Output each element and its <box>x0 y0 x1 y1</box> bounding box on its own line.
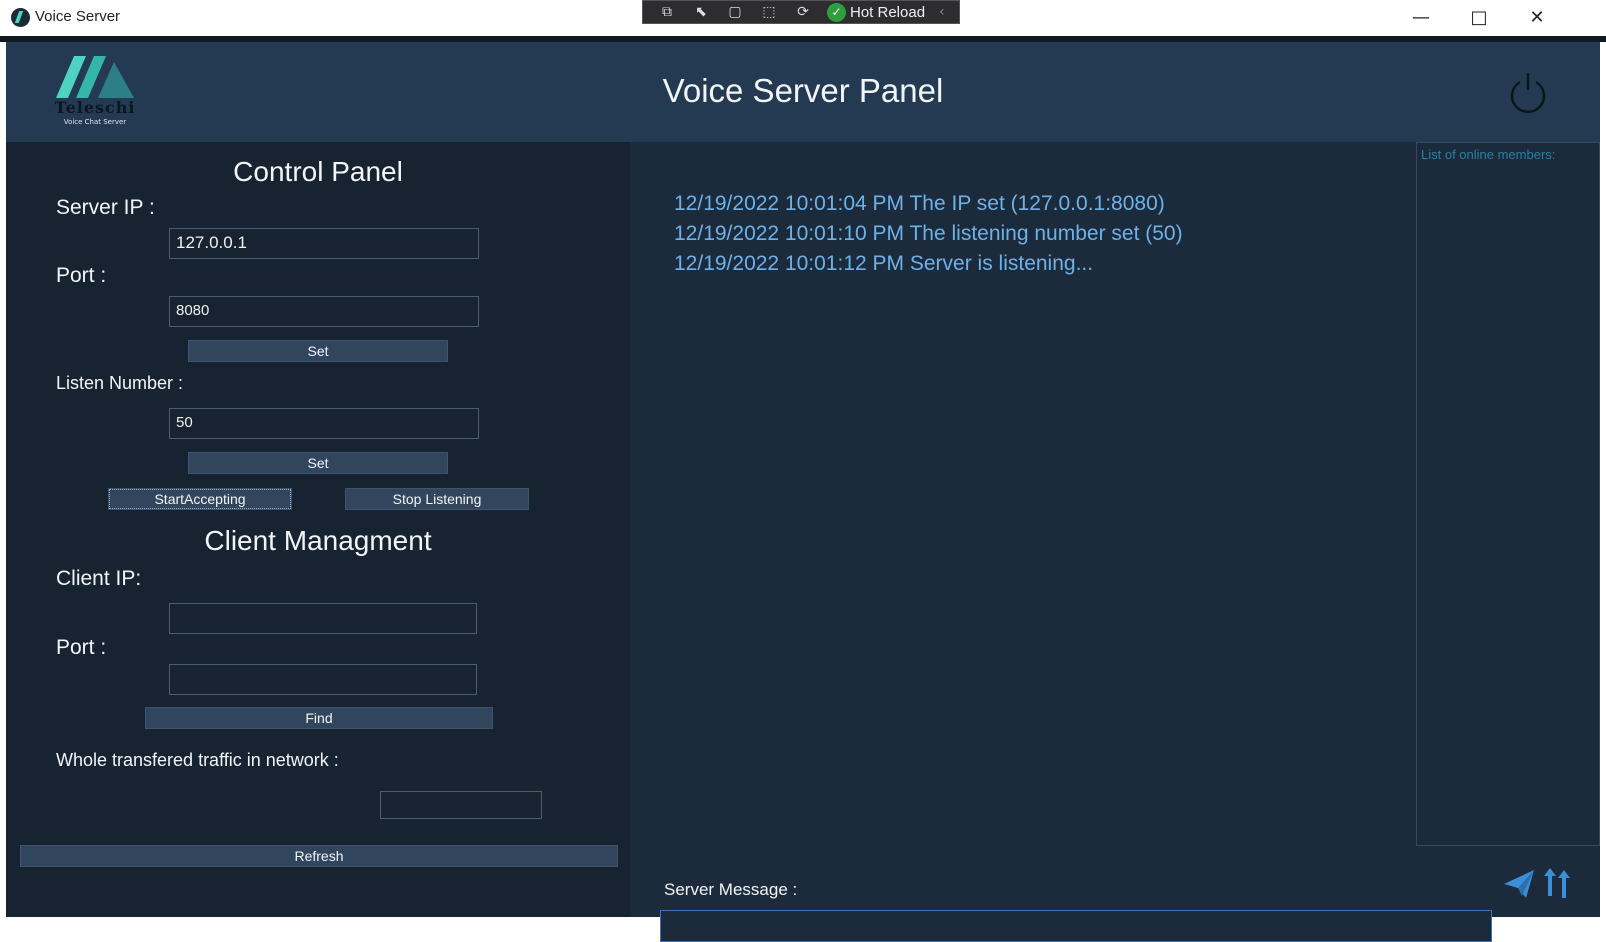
app-content: Teleschi Voice Chat Server Voice Server … <box>6 42 1600 942</box>
log-entry: 12/19/2022 10:01:10 PM The listening num… <box>674 222 1183 245</box>
swap-icon[interactable] <box>1540 866 1574 900</box>
traffic-label: Whole transfered traffic in network : <box>56 750 339 770</box>
client-ip-input[interactable] <box>169 603 477 634</box>
hot-reload-label[interactable]: Hot Reload <box>850 4 925 21</box>
client-ip-label: Client IP: <box>56 567 142 590</box>
server-message-label: Server Message : <box>664 880 798 899</box>
client-port-input[interactable] <box>169 664 477 695</box>
title-bar: Voice Server ⧉ ⬉ ▢ ⬚ ⟳ ✓ Hot Reload ‹ — … <box>0 0 1606 36</box>
server-ip-label: Server IP : <box>56 196 155 219</box>
port-input[interactable]: 8080 <box>169 296 479 327</box>
minimize-button[interactable]: — <box>1392 0 1450 36</box>
hot-reload-status-icon: ✓ <box>827 2 846 22</box>
start-accepting-button[interactable]: StartAccepting <box>108 488 292 510</box>
window-title: Voice Server <box>35 8 121 25</box>
close-button[interactable]: ✕ <box>1508 0 1566 36</box>
binding-failures-icon[interactable]: ⟳ <box>793 4 813 21</box>
server-log: 12/19/2022 10:01:04 PM The IP set (127.0… <box>630 142 1492 942</box>
set-listen-number-button[interactable]: Set <box>188 452 448 474</box>
client-management-title: Client Managment <box>204 525 432 556</box>
server-message-input[interactable] <box>660 910 1492 942</box>
find-button[interactable]: Find <box>145 707 493 729</box>
online-members-list[interactable]: List of online members: <box>1416 142 1600 846</box>
online-members-label: List of online members: <box>1421 147 1556 162</box>
stop-listening-button[interactable]: Stop Listening <box>345 488 529 510</box>
log-entry: 12/19/2022 10:01:04 PM The IP set (127.0… <box>674 192 1165 215</box>
header-bar: Teleschi Voice Chat Server Voice Server … <box>6 42 1600 142</box>
power-icon[interactable] <box>1506 70 1550 114</box>
port-label: Port : <box>56 264 107 287</box>
control-panel-title: Control Panel <box>233 156 403 187</box>
logo-subtitle: Voice Chat Server <box>63 118 127 126</box>
page-title: Voice Server Panel <box>662 72 944 109</box>
traffic-output <box>380 791 542 819</box>
set-endpoint-button[interactable]: Set <box>188 340 448 362</box>
live-visual-tree-icon[interactable]: ⧉ <box>657 4 677 21</box>
hot-reload-toolbar: ⧉ ⬉ ▢ ⬚ ⟳ ✓ Hot Reload ‹ <box>642 0 960 24</box>
display-layout-adorners-icon[interactable]: ▢ <box>725 4 745 21</box>
log-entry: 12/19/2022 10:01:12 PM Server is listeni… <box>674 252 1094 275</box>
listen-number-label: Listen Number : <box>56 373 184 393</box>
refresh-button[interactable]: Refresh <box>20 845 618 867</box>
track-focused-element-icon[interactable]: ⬚ <box>759 4 779 21</box>
server-ip-input[interactable]: 127.0.0.1 <box>169 228 479 259</box>
send-icon[interactable] <box>1502 868 1536 900</box>
control-panel: Control Panel Server IP : 127.0.0.1 Port… <box>6 142 630 917</box>
select-element-icon[interactable]: ⬉ <box>691 4 711 21</box>
maximize-button[interactable]: □ <box>1450 0 1508 36</box>
collapse-toolbar-icon[interactable]: ‹ <box>939 4 945 20</box>
listen-number-input[interactable]: 50 <box>169 408 479 439</box>
client-port-label: Port : <box>56 636 107 659</box>
app-icon <box>11 8 30 27</box>
